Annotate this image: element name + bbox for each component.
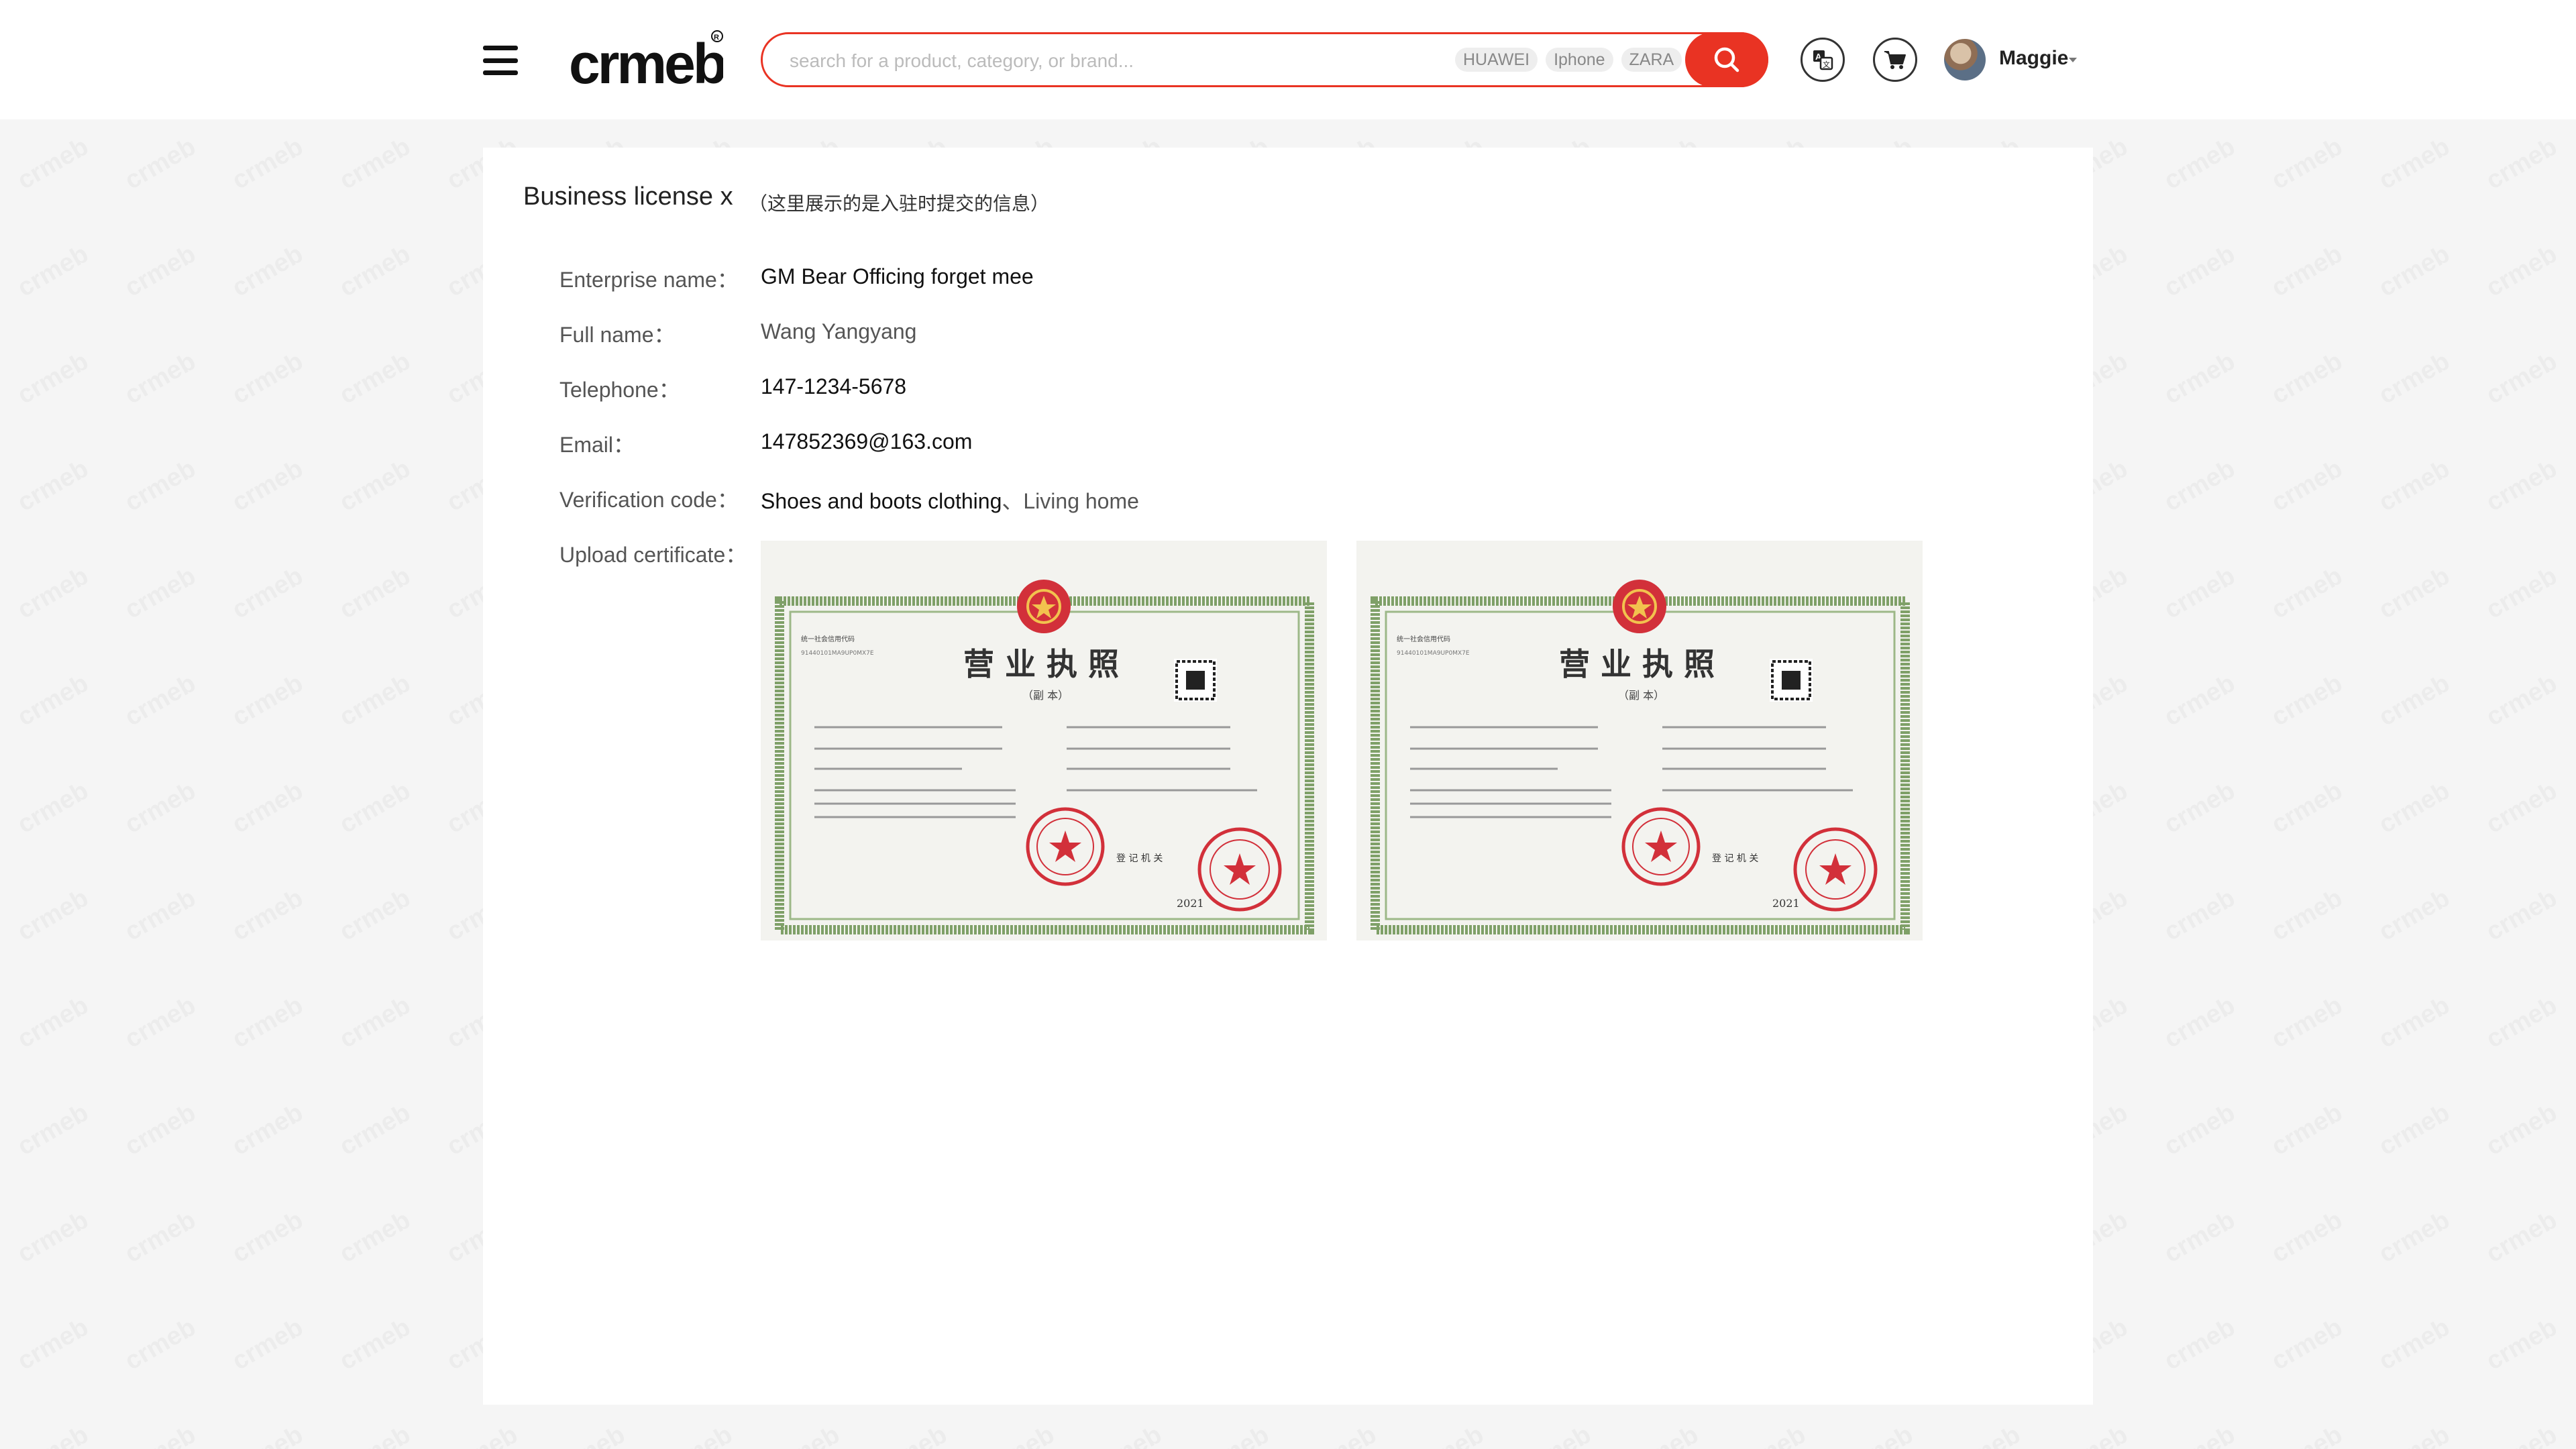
cart-button[interactable]: [1873, 38, 1917, 82]
category-living-home: 、Living home: [1002, 489, 1139, 513]
translate-icon: A 文: [1813, 50, 1833, 70]
verification-code-label: Verification code：: [559, 488, 739, 512]
certificate-image-1[interactable]: 统一社会信用代码 91440101MA9UP0MX7E 营 业 执 照 （副 本…: [761, 541, 1327, 941]
chevron-down-icon[interactable]: [2069, 58, 2077, 62]
category-shoes-clothing: Shoes and boots clothing: [761, 489, 1002, 513]
page-title-note: （这里展示的是入驻时提交的信息）: [749, 193, 1050, 214]
svg-text:文: 文: [1823, 60, 1830, 69]
search-button[interactable]: [1685, 32, 1768, 87]
certificate-heading-2: 营 业 执 照: [1559, 646, 1715, 682]
svg-text:2021: 2021: [1772, 897, 1800, 910]
verification-code-value: Shoes and boots clothing、Living home: [761, 484, 1139, 515]
menu-icon[interactable]: [483, 46, 518, 75]
crmeb-logo[interactable]: crmeb R: [569, 28, 723, 93]
full-name-value: Wang Yangyang: [761, 319, 917, 343]
svg-text:R: R: [714, 34, 719, 42]
svg-text:crmeb: crmeb: [569, 32, 723, 93]
svg-text:登 记 机 关: 登 记 机 关: [1116, 853, 1163, 864]
cart-icon: [1884, 51, 1906, 69]
svg-text:91440101MA9UP0MX7E: 91440101MA9UP0MX7E: [801, 650, 874, 657]
user-name[interactable]: Maggie: [1999, 47, 2068, 70]
business-license-card: Business license x （这里展示的是入驻时提交的信息） Ente…: [483, 148, 2093, 1405]
telephone-label: Telephone：: [559, 378, 680, 402]
full-name-label: Full name：: [559, 323, 676, 347]
svg-text:登 记 机 关: 登 记 机 关: [1712, 853, 1758, 864]
hot-tag-iphone[interactable]: Iphone: [1546, 48, 1613, 72]
svg-text:91440101MA9UP0MX7E: 91440101MA9UP0MX7E: [1397, 650, 1470, 657]
page-title: Business license x: [523, 182, 733, 211]
upload-certificate-label: Upload certificate：: [559, 543, 747, 567]
enterprise-name-value: GM Bear Officing forget mee: [761, 264, 1034, 288]
search-input[interactable]: search for a product, category, or brand…: [790, 50, 1134, 72]
svg-text:统一社会信用代码: 统一社会信用代码: [801, 635, 855, 643]
translate-button[interactable]: A 文: [1801, 38, 1845, 82]
certificate-heading-1: 营 业 执 照: [963, 646, 1119, 682]
search-icon: [1714, 47, 1739, 72]
svg-text:统一社会信用代码: 统一社会信用代码: [1397, 635, 1450, 643]
hot-tag-zara[interactable]: ZARA: [1621, 48, 1682, 72]
telephone-value: 147-1234-5678: [761, 374, 907, 398]
svg-text:2021: 2021: [1177, 897, 1204, 910]
hot-tag-huawei[interactable]: HUAWEI: [1455, 48, 1538, 72]
certificate-image-2[interactable]: 统一社会信用代码 91440101MA9UP0MX7E 营 业 执 照 （副 本…: [1356, 541, 1923, 941]
search-bar[interactable]: search for a product, category, or brand…: [761, 32, 1768, 87]
hot-search-tags: HUAWEI Iphone ZARA: [1455, 48, 1682, 72]
email-value: 147852369@163.com: [761, 429, 973, 453]
certificate-sub-1: （副 本）: [1022, 689, 1069, 702]
enterprise-name-label: Enterprise name：: [559, 268, 739, 292]
certificate-sub-2: （副 本）: [1618, 689, 1664, 702]
top-header: crmeb R search for a product, category, …: [0, 0, 2576, 119]
avatar[interactable]: [1944, 39, 1986, 80]
email-label: Email：: [559, 433, 635, 457]
